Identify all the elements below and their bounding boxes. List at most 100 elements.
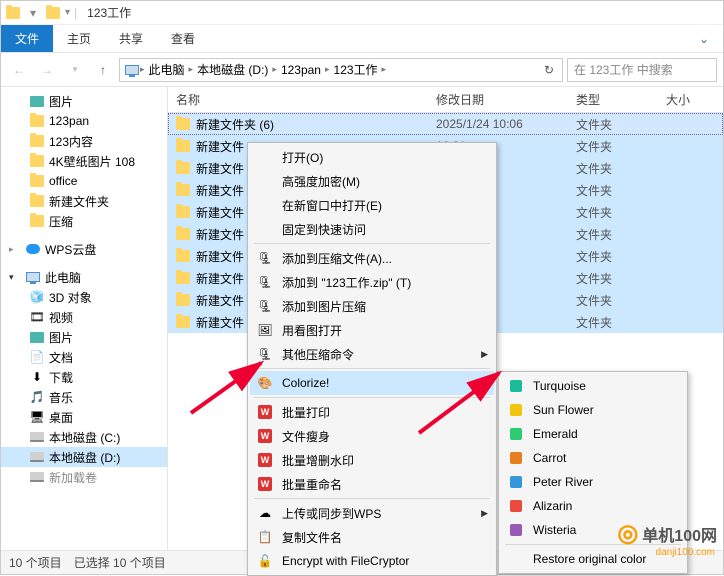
ctx-batch-rename[interactable]: W批量重命名 xyxy=(250,472,494,496)
color-carrot[interactable]: Carrot xyxy=(501,446,685,470)
color-sunflower[interactable]: Sun Flower xyxy=(501,398,685,422)
breadcrumb-seg[interactable]: 123pan xyxy=(277,63,325,77)
ctx-other-compress[interactable]: 🗜其他压缩命令▶ xyxy=(250,342,494,366)
wps-icon: W xyxy=(256,427,274,445)
tree-drive-c[interactable]: 本地磁盘 (C:) xyxy=(1,427,167,447)
ctx-copy-name[interactable]: 📋复制文件名 xyxy=(250,525,494,549)
ctx-add-image-compress[interactable]: 🗜添加到图片压缩 xyxy=(250,294,494,318)
ctx-file-slim[interactable]: W文件瘦身 xyxy=(250,424,494,448)
column-headers: 名称 修改日期 类型 大小 xyxy=(168,87,723,113)
tree-item[interactable]: 123内容 xyxy=(1,131,167,151)
ctx-open[interactable]: 打开(O) xyxy=(250,145,494,169)
folder-icon xyxy=(176,162,190,174)
file-name: 新建文件 xyxy=(196,138,244,155)
folder-icon xyxy=(29,193,45,209)
ribbon-help-icon[interactable]: ⌄ xyxy=(685,25,723,52)
forward-button[interactable]: → xyxy=(35,58,59,82)
tree-item[interactable]: 新加载卷 xyxy=(1,467,167,487)
back-button[interactable]: ← xyxy=(7,58,31,82)
refresh-button[interactable]: ↻ xyxy=(540,58,558,82)
ctx-batch-print[interactable]: W批量打印 xyxy=(250,400,494,424)
ctx-add-archive[interactable]: 🗜添加到压缩文件(A)... xyxy=(250,246,494,270)
up-button[interactable]: ↑ xyxy=(91,58,115,82)
folder-icon xyxy=(176,206,190,218)
tree-item[interactable]: office xyxy=(1,171,167,191)
tree-item[interactable]: ⬇下载 xyxy=(1,367,167,387)
folder-icon xyxy=(176,294,190,306)
search-input[interactable]: 在 123工作 中搜索 xyxy=(567,58,717,82)
tab-view[interactable]: 查看 xyxy=(157,25,209,52)
ctx-open-pic[interactable]: 🖼用看图打开 xyxy=(250,318,494,342)
ctx-new-window[interactable]: 在新窗口中打开(E) xyxy=(250,193,494,217)
tree-pictures[interactable]: 图片 xyxy=(1,91,167,111)
col-type[interactable]: 类型 xyxy=(576,91,666,108)
ctx-separator xyxy=(254,243,490,244)
folder-icon xyxy=(176,272,190,284)
ctx-encrypt-filecryptor[interactable]: 🔓Encrypt with FileCryptor xyxy=(250,549,494,573)
breadcrumb[interactable]: ▸ 此电脑▸ 本地磁盘 (D:)▸ 123pan▸ 123工作▸ ↻ xyxy=(119,58,563,82)
ctx-encrypt[interactable]: 高强度加密(M) xyxy=(250,169,494,193)
tree-item[interactable]: 🎞视频 xyxy=(1,307,167,327)
chevron-down-icon[interactable]: ▾ xyxy=(9,272,21,283)
chevron-right-icon: ▶ xyxy=(481,378,488,389)
file-name: 新建文件 xyxy=(196,182,244,199)
tree-item[interactable]: 图片 xyxy=(1,327,167,347)
table-row[interactable]: 新建文件夹 (6)2025/1/24 10:06文件夹 xyxy=(168,113,723,135)
tree-item[interactable]: 4K壁纸图片 108 xyxy=(1,151,167,171)
tree-item[interactable]: 📄文档 xyxy=(1,347,167,367)
folder-icon xyxy=(176,118,190,130)
folder-icon xyxy=(29,113,45,129)
status-count: 10 个项目 xyxy=(9,554,62,571)
tab-share[interactable]: 共享 xyxy=(105,25,157,52)
tree-this-pc[interactable]: ▾此电脑 xyxy=(1,267,167,287)
color-turquoise[interactable]: Turquoise xyxy=(501,374,685,398)
breadcrumb-seg[interactable]: 123工作 xyxy=(330,61,382,78)
color-peter-river[interactable]: Peter River xyxy=(501,470,685,494)
col-date[interactable]: 修改日期 xyxy=(436,91,576,108)
tree-drive-d[interactable]: 本地磁盘 (D:) xyxy=(1,447,167,467)
file-type: 文件夹 xyxy=(576,248,666,265)
breadcrumb-seg[interactable]: 本地磁盘 (D:) xyxy=(193,61,272,78)
cloud-icon xyxy=(25,241,41,257)
file-name: 新建文件夹 (6) xyxy=(196,116,274,133)
col-name[interactable]: 名称 xyxy=(176,91,436,108)
tree-item[interactable]: 🖥桌面 xyxy=(1,407,167,427)
picture-icon: 🖼 xyxy=(256,321,274,339)
file-name: 新建文件 xyxy=(196,270,244,287)
ctx-batch-watermark[interactable]: W批量增删水印 xyxy=(250,448,494,472)
file-type: 文件夹 xyxy=(576,160,666,177)
swatch-icon xyxy=(507,473,525,491)
tree-item[interactable]: 🎵音乐 xyxy=(1,387,167,407)
color-alizarin[interactable]: Alizarin xyxy=(501,494,685,518)
col-size[interactable]: 大小 xyxy=(666,91,723,108)
chevron-right-icon[interactable]: ▸ xyxy=(382,64,387,75)
tab-home[interactable]: 主页 xyxy=(53,25,105,52)
ctx-sync-wps[interactable]: ☁上传或同步到WPS▶ xyxy=(250,501,494,525)
folder-icon xyxy=(45,5,61,21)
cloud-icon: ☁ xyxy=(256,504,274,522)
archive-icon: 🗜 xyxy=(256,249,274,267)
color-emerald[interactable]: Emerald xyxy=(501,422,685,446)
watermark: ◎ 单机100网 xyxy=(617,519,717,548)
tab-file[interactable]: 文件 xyxy=(1,25,53,52)
ctx-pin[interactable]: 固定到快速访问 xyxy=(250,217,494,241)
folder-icon xyxy=(5,5,21,21)
copy-icon: 📋 xyxy=(256,528,274,546)
ctx-colorize[interactable]: 🎨Colorize!▶ xyxy=(250,371,494,395)
tree-item[interactable]: 123pan xyxy=(1,111,167,131)
tree-item[interactable]: 新建文件夹 xyxy=(1,191,167,211)
qat-dropdown-icon[interactable]: ▾ xyxy=(25,5,41,21)
file-type: 文件夹 xyxy=(576,182,666,199)
tree-item[interactable]: 🧊3D 对象 xyxy=(1,287,167,307)
tree-item[interactable]: 压缩 xyxy=(1,211,167,231)
recent-dropdown[interactable]: ▾ xyxy=(63,58,87,82)
file-type: 文件夹 xyxy=(576,226,666,243)
logo-icon: ◎ xyxy=(617,519,638,548)
file-type: 文件夹 xyxy=(576,292,666,309)
breadcrumb-seg[interactable]: 此电脑 xyxy=(145,61,189,78)
chevron-right-icon[interactable]: ▸ xyxy=(9,244,21,255)
tree-wps-cloud[interactable]: ▸WPS云盘 xyxy=(1,239,167,259)
qat-overflow-icon[interactable]: ▾ xyxy=(65,7,70,18)
ctx-add-zip[interactable]: 🗜添加到 "123工作.zip" (T) xyxy=(250,270,494,294)
file-type: 文件夹 xyxy=(576,314,666,331)
